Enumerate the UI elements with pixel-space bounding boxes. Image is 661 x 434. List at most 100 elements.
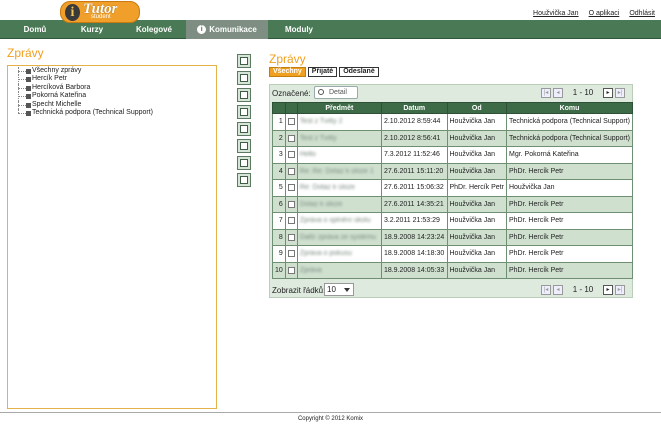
row-number: 2	[272, 129, 286, 147]
row-checkbox-cell	[284, 179, 298, 197]
info-icon: i	[197, 25, 207, 35]
nav-item-communication[interactable]: i Komunikace	[186, 20, 268, 39]
first-page-icon[interactable]: |◂	[541, 87, 551, 98]
table-row[interactable]: 9 Zpráva o pokusu 18.9.2008 14:18:30 Houžvi…	[272, 245, 634, 263]
table-row[interactable]: 4 Re: Re: Dotaz k úloze 1 27.6.2011 15:11:…	[272, 162, 634, 180]
table-row[interactable]: 3 Hello 7.3.2012 11:52:46 Houžvička Jan Mgr.…	[272, 146, 634, 164]
filter-sent[interactable]: Odeslané	[339, 67, 379, 77]
rows-select[interactable]: 10	[324, 283, 354, 296]
row-checkbox[interactable]	[287, 184, 295, 192]
row-number: 4	[272, 162, 286, 180]
row-number: 9	[272, 245, 286, 263]
row-number: 7	[272, 212, 286, 230]
contact-tree: Všechny zprávy Hercík Petr Hercíková Bar…	[7, 65, 217, 409]
new-message-icon[interactable]	[237, 54, 251, 68]
next-page-icon[interactable]: ▸	[603, 87, 613, 98]
cell-to: Technická podpora (Technical Support)	[505, 129, 634, 147]
contact-icon	[26, 77, 31, 83]
filter-all[interactable]: Všechny	[269, 67, 306, 77]
col-from[interactable]: Od	[446, 102, 507, 114]
forward-icon[interactable]	[237, 105, 251, 119]
row-checkbox-cell	[284, 228, 298, 246]
row-checkbox[interactable]	[287, 233, 295, 241]
cell-subject[interactable]: Re: Re: Dotaz k úloze 1	[296, 162, 382, 180]
row-checkbox-cell	[284, 146, 298, 164]
cell-to: Houžvička Jan	[505, 179, 634, 197]
col-subject[interactable]: Předmět	[296, 102, 382, 114]
next-page-icon[interactable]: ▸	[603, 284, 613, 295]
nav-item-modules[interactable]: Moduly	[272, 20, 326, 39]
row-checkbox[interactable]	[287, 151, 295, 159]
cell-from: Houžvička Jan	[446, 261, 507, 279]
reply-icon[interactable]	[237, 71, 251, 85]
marked-label: Označené:	[272, 89, 311, 98]
row-checkbox[interactable]	[287, 167, 295, 175]
tree-item-contact[interactable]: Hercík Petr	[11, 75, 213, 84]
row-checkbox[interactable]	[287, 250, 295, 258]
col-check	[284, 102, 298, 114]
table-row[interactable]: 5 Re: Dotaz k úloze 27.6.2011 15:06:32 PhDr…	[272, 179, 634, 197]
table-row[interactable]: 8 Další zpráva ze systému 18.9.2008 14:23:…	[272, 228, 634, 246]
prev-page-icon[interactable]: ◂	[553, 284, 563, 295]
table-row[interactable]: 7 Zpráva o splnění úkolu 3.2.2011 21:53:29…	[272, 212, 634, 230]
cell-from: PhDr. Hercík Petr	[446, 179, 507, 197]
print-icon[interactable]	[237, 173, 251, 187]
table-row[interactable]: 10 Zpráva 18.9.2008 14:05:33 Houžvička Jan P…	[272, 261, 634, 279]
table-row[interactable]: 2 Test z Tvitty 2.10.2012 8:56:41 Houžvička…	[272, 129, 634, 147]
detail-button[interactable]: Detail	[314, 86, 358, 99]
row-checkbox[interactable]	[287, 134, 295, 142]
nav-item-home[interactable]: Domů	[12, 20, 58, 39]
cell-subject[interactable]: Test z Tvitty	[296, 129, 382, 147]
messages-panel: Označené: Detail |◂ ◂ 1 - 10 ▸ ▸| Předmě…	[269, 84, 634, 298]
row-checkbox[interactable]	[287, 217, 295, 225]
about-link[interactable]: O aplikaci	[589, 10, 620, 17]
col-to[interactable]: Komu	[505, 102, 634, 114]
row-checkbox[interactable]	[287, 200, 295, 208]
nav-label: Komunikace	[209, 25, 257, 34]
last-page-icon[interactable]: ▸|	[615, 87, 625, 98]
cell-subject[interactable]: Další zpráva ze systému	[296, 228, 382, 246]
user-link[interactable]: Houžvička Jan	[533, 10, 579, 17]
nav-label: Kurzy	[80, 25, 104, 34]
cell-subject[interactable]: Hello	[296, 146, 382, 164]
contact-icon	[26, 102, 31, 108]
table-row[interactable]: 6 Dotaz k úloze 27.6.2011 14:35:21 Houžvičk…	[272, 195, 634, 213]
col-date[interactable]: Datum	[380, 102, 448, 114]
table-row[interactable]: 1 Test z Tvitty 2 2.10.2012 8:59:44 Houžvič…	[272, 113, 634, 131]
logout-link[interactable]: Odhlásit	[629, 10, 655, 17]
filter-received[interactable]: Přijaté	[307, 67, 338, 77]
subject-text: Test z Tvitty	[299, 134, 337, 142]
cell-subject[interactable]: Zpráva	[296, 261, 382, 279]
row-checkbox[interactable]	[287, 266, 295, 274]
row-number: 1	[272, 113, 286, 131]
move-icon[interactable]	[237, 122, 251, 136]
tree-item-contact[interactable]: Technická podpora (Technical Support)	[11, 108, 213, 117]
cell-date: 2.10.2012 8:59:44	[380, 113, 448, 131]
pager-top: |◂ ◂ 1 - 10 ▸ ▸|	[541, 87, 625, 98]
app-logo[interactable]: i Tutor student	[60, 1, 140, 23]
prev-page-icon[interactable]: ◂	[553, 87, 563, 98]
delete-icon[interactable]	[237, 139, 251, 153]
table-toolbar-top: Označené: Detail |◂ ◂ 1 - 10 ▸ ▸|	[270, 85, 632, 101]
mark-read-icon[interactable]	[237, 156, 251, 170]
row-checkbox[interactable]	[287, 118, 295, 126]
nav-item-colleagues[interactable]: Kolegové	[124, 20, 184, 39]
tree-item-contact[interactable]: Hercíková Barbora	[11, 83, 213, 93]
cell-subject[interactable]: Zpráva o splnění úkolu	[296, 212, 382, 230]
table-toolbar-bottom: Zobrazit řádků: 10 |◂ ◂ 1 - 10 ▸ ▸|	[270, 282, 632, 298]
cell-subject[interactable]: Zpráva o pokusu	[296, 245, 382, 263]
tree-item-contact[interactable]: Specht Michelle	[11, 100, 213, 109]
first-page-icon[interactable]: |◂	[541, 284, 551, 295]
reply-all-icon[interactable]	[237, 88, 251, 102]
pager-bottom: |◂ ◂ 1 - 10 ▸ ▸|	[541, 284, 625, 295]
last-page-icon[interactable]: ▸|	[615, 284, 625, 295]
cell-subject[interactable]: Re: Dotaz k úloze	[296, 179, 382, 197]
cell-subject[interactable]: Dotaz k úloze	[296, 195, 382, 213]
cell-from: Houžvička Jan	[446, 113, 507, 131]
cell-subject[interactable]: Test z Tvitty 2	[296, 113, 382, 131]
tree-item-contact[interactable]: Pokorná Kateřina	[11, 92, 213, 101]
cell-to: PhDr. Hercík Petr	[505, 195, 634, 213]
tree-item-all[interactable]: Všechny zprávy	[11, 67, 213, 76]
nav-label: Kolegové	[135, 25, 172, 34]
cell-date: 2.10.2012 8:56:41	[380, 129, 448, 147]
